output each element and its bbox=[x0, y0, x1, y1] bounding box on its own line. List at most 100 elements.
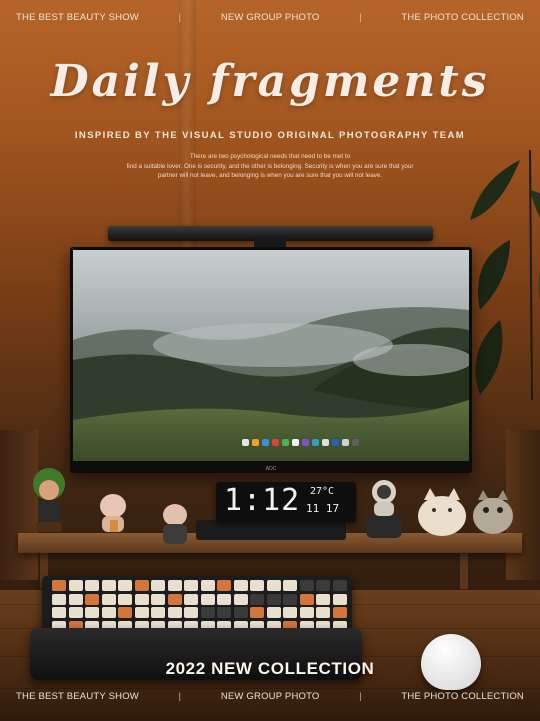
dock-app-icon[interactable] bbox=[321, 439, 329, 446]
keycap[interactable] bbox=[85, 580, 99, 591]
body-line: There are two psychological needs that n… bbox=[189, 153, 351, 160]
nav-item-group-photo[interactable]: NEW GROUP PHOTO bbox=[221, 691, 320, 702]
keycap[interactable] bbox=[316, 580, 330, 591]
keycap[interactable] bbox=[118, 593, 132, 605]
keycap[interactable] bbox=[151, 607, 165, 618]
keycap[interactable] bbox=[68, 607, 83, 618]
keycap[interactable] bbox=[200, 607, 215, 618]
keycap[interactable] bbox=[68, 580, 83, 591]
keycap[interactable] bbox=[200, 593, 215, 605]
dock-app-icon[interactable] bbox=[351, 439, 359, 446]
keycap[interactable] bbox=[85, 593, 99, 605]
keycap[interactable] bbox=[250, 580, 264, 591]
keycap[interactable] bbox=[266, 593, 281, 605]
top-nav: THE BEST BEAUTY SHOW | NEW GROUP PHOTO |… bbox=[0, 12, 540, 23]
keycap[interactable] bbox=[52, 607, 66, 618]
dock-app-icon[interactable] bbox=[271, 439, 279, 446]
keycap[interactable] bbox=[151, 593, 165, 605]
poster-body-text: There are two psychological needs that n… bbox=[100, 152, 440, 181]
collection-heading: 2022 NEW COLLECTION bbox=[165, 659, 375, 678]
keycap[interactable] bbox=[283, 593, 297, 605]
keycap[interactable] bbox=[85, 607, 99, 618]
landscape-wallpaper bbox=[73, 250, 469, 461]
keycap[interactable] bbox=[52, 580, 66, 591]
keycap[interactable] bbox=[250, 593, 264, 605]
keycap[interactable] bbox=[167, 593, 182, 605]
keycap[interactable] bbox=[68, 593, 83, 605]
figurine-cat-tabby bbox=[473, 490, 513, 534]
dock-app-icon[interactable] bbox=[261, 439, 269, 446]
clock-base bbox=[196, 520, 346, 540]
keycap[interactable] bbox=[167, 607, 182, 618]
nav-separator: | bbox=[178, 691, 182, 702]
keycap[interactable] bbox=[233, 593, 248, 605]
keycap[interactable] bbox=[134, 607, 149, 618]
keycap[interactable] bbox=[299, 580, 314, 591]
dock-app-icon[interactable] bbox=[281, 439, 289, 446]
dock-app-icon[interactable] bbox=[241, 439, 249, 446]
keycap[interactable] bbox=[332, 607, 347, 618]
keycap[interactable] bbox=[184, 580, 198, 591]
poster-subtitle: INSPIRED BY THE VISUAL STUDIO ORIGINAL P… bbox=[74, 130, 466, 141]
keycap[interactable] bbox=[299, 607, 314, 618]
keycap[interactable] bbox=[266, 580, 281, 591]
keyboard-keys bbox=[52, 580, 347, 632]
keycap[interactable] bbox=[266, 607, 281, 618]
keycap[interactable] bbox=[101, 593, 116, 605]
figurine-astronaut bbox=[366, 480, 402, 538]
digital-clock: 1:12 27°C 11 17 bbox=[216, 482, 356, 522]
poster: THE BEST BEAUTY SHOW | NEW GROUP PHOTO |… bbox=[0, 0, 540, 721]
clock-temperature: 27°C bbox=[310, 486, 335, 497]
keycap[interactable] bbox=[134, 593, 149, 605]
figurine-green-hair bbox=[33, 468, 65, 532]
nav-item-group-photo[interactable]: NEW GROUP PHOTO bbox=[221, 12, 320, 23]
plant-leaves bbox=[470, 150, 540, 400]
monitor: AOC bbox=[70, 247, 472, 473]
dock-app-icon[interactable] bbox=[251, 439, 259, 446]
keycap[interactable] bbox=[299, 593, 314, 605]
nav-separator: | bbox=[178, 12, 182, 23]
keycap[interactable] bbox=[332, 593, 347, 605]
keycap[interactable] bbox=[217, 580, 231, 591]
keycap[interactable] bbox=[316, 607, 330, 618]
monitor-brand-logo: AOC bbox=[265, 466, 277, 472]
keycap[interactable] bbox=[283, 580, 297, 591]
keycap[interactable] bbox=[184, 607, 198, 618]
body-line: find a suitable lover. One is security, … bbox=[126, 162, 414, 170]
keycap[interactable] bbox=[233, 580, 248, 591]
keycap[interactable] bbox=[217, 607, 231, 618]
keycap[interactable] bbox=[101, 580, 116, 591]
keycap[interactable] bbox=[101, 607, 116, 618]
keycap[interactable] bbox=[118, 580, 132, 591]
figurine-pig bbox=[163, 504, 187, 544]
figurine-cat-white bbox=[418, 488, 466, 536]
keycap[interactable] bbox=[184, 593, 198, 605]
shelf-leg bbox=[460, 553, 468, 589]
keycap[interactable] bbox=[332, 580, 347, 591]
dock-app-icon[interactable] bbox=[301, 439, 309, 446]
nav-separator: | bbox=[359, 691, 362, 702]
dock-app-icon[interactable] bbox=[291, 439, 299, 446]
body-line: partner will not leave, and belonging is… bbox=[157, 172, 383, 179]
keycap[interactable] bbox=[118, 607, 132, 618]
clock-time: 1:12 bbox=[224, 483, 301, 518]
monitor-screen bbox=[73, 250, 469, 461]
poster-title: Daily fragments bbox=[50, 56, 490, 107]
nav-item-photo-collection[interactable]: THE PHOTO COLLECTION bbox=[401, 12, 524, 23]
keycap[interactable] bbox=[250, 607, 264, 618]
keycap[interactable] bbox=[134, 580, 149, 591]
keycap[interactable] bbox=[233, 607, 248, 618]
keycap[interactable] bbox=[316, 593, 330, 605]
dock-app-icon[interactable] bbox=[341, 439, 349, 446]
keycap[interactable] bbox=[167, 580, 182, 591]
keycap[interactable] bbox=[217, 593, 231, 605]
keycap[interactable] bbox=[200, 580, 215, 591]
keycap[interactable] bbox=[52, 593, 66, 605]
keycap[interactable] bbox=[283, 607, 297, 618]
keycap[interactable] bbox=[151, 580, 165, 591]
nav-item-photo-collection[interactable]: THE PHOTO COLLECTION bbox=[401, 691, 524, 702]
dock-app-icon[interactable] bbox=[311, 439, 319, 446]
dock-app-icon[interactable] bbox=[331, 439, 339, 446]
nav-item-beauty-show[interactable]: THE BEST BEAUTY SHOW bbox=[16, 12, 139, 23]
nav-item-beauty-show[interactable]: THE BEST BEAUTY SHOW bbox=[16, 691, 139, 702]
